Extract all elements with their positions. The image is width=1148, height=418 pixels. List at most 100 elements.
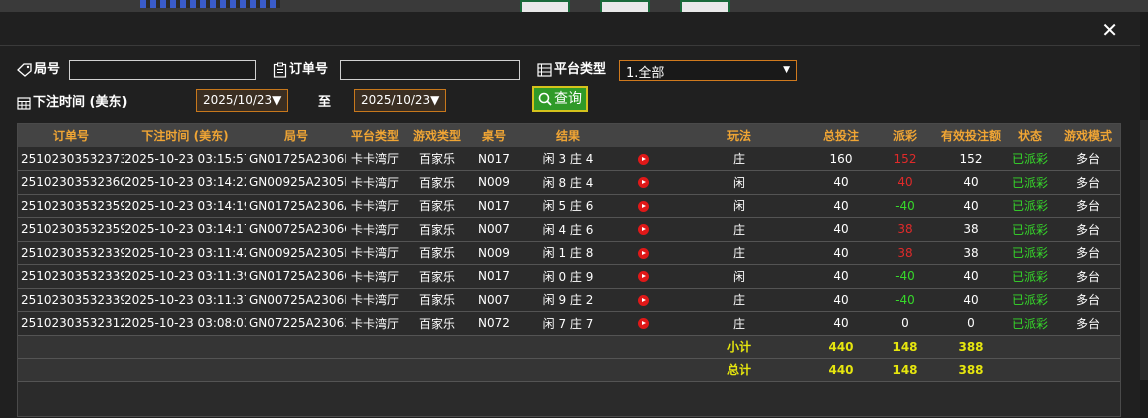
payout-cell: 40 <box>897 175 913 190</box>
result-cell: 闲 7 庄 7 <box>542 316 594 331</box>
round-input[interactable] <box>69 60 256 80</box>
column-header: 桌号 <box>481 129 506 143</box>
replay-video-icon[interactable] <box>637 200 649 212</box>
platform-select[interactable]: 1.全部 ▼ <box>619 60 797 81</box>
platform-selected-value: 1.全部 <box>626 66 665 81</box>
bet-time-cell: 2025-10-23 03:11:42 <box>124 245 246 260</box>
valid-bet-cell: 38 <box>963 245 979 260</box>
play-type-cell: 庄 <box>732 222 745 237</box>
header-divider <box>0 45 1140 46</box>
replay-cell <box>618 288 668 312</box>
calendar-icon <box>17 96 31 110</box>
replay-video-icon[interactable] <box>637 247 649 259</box>
game-mode-cell: 多台 <box>1075 293 1100 308</box>
column-header: 订单号 <box>52 129 89 143</box>
payout-cell: 0 <box>901 316 909 331</box>
game-mode-cell: 多台 <box>1075 316 1100 331</box>
column-header: 玩法 <box>726 129 751 143</box>
order-input[interactable] <box>340 60 520 80</box>
bet-time-cell: 2025-10-23 03:14:17 <box>124 222 246 237</box>
total-bet-cell: 40 <box>833 316 849 331</box>
subtotal-label: 小计 <box>726 340 751 354</box>
platform-label-text: 平台类型 <box>554 62 607 77</box>
dropdown-arrow-icon: ▼ <box>783 65 790 75</box>
result-cell: 闲 4 庄 6 <box>542 222 594 237</box>
game-type-cell: 百家乐 <box>418 222 455 237</box>
order-id-cell: 251023035323121 <box>21 316 124 331</box>
bet-time-cell: 2025-10-23 03:14:19 <box>124 198 246 213</box>
column-header: 游戏模式 <box>1063 129 1112 143</box>
result-cell: 闲 8 庄 4 <box>542 175 594 190</box>
replay-video-icon[interactable] <box>637 153 649 165</box>
order-id-cell: 251023035323399 <box>21 245 124 260</box>
replay-video-icon[interactable] <box>637 271 649 283</box>
game-mode-cell: 多台 <box>1075 152 1100 166</box>
result-cell: 闲 9 庄 2 <box>542 293 594 308</box>
replay-video-icon[interactable] <box>637 224 649 236</box>
column-header: 下注时间 (美东) <box>141 129 229 143</box>
order-label-text: 订单号 <box>289 62 329 77</box>
to-label: 至 <box>318 95 332 110</box>
bet-time-cell: 2025-10-23 03:15:57 <box>124 151 246 166</box>
round-id-cell: GN00725A2306Q <box>249 222 346 237</box>
status-cell: 已派彩 <box>1011 316 1048 331</box>
round-id-cell: GN00725A2306M <box>249 292 346 307</box>
date-from-picker[interactable]: 2025/10/23▼ <box>196 89 289 112</box>
replay-cell <box>618 171 668 195</box>
valid-bet-cell: 40 <box>963 269 979 284</box>
platform-cell: 卡卡湾厅 <box>350 316 399 331</box>
bet-history-table: 订单号 下注时间 (美东) 局号 平台类型 游戏类型 桌号 结果 玩法 总投注 … <box>17 123 1121 417</box>
column-header <box>618 124 668 147</box>
table-row: 2510230353237392025-10-23 03:15:57GN0172… <box>18 147 1120 171</box>
status-cell: 已派彩 <box>1011 199 1048 214</box>
valid-bet-cell: 152 <box>959 151 983 166</box>
replay-cell <box>618 147 668 171</box>
subtotal-payout: 148 <box>892 339 918 354</box>
replay-cell <box>618 265 668 289</box>
play-type-cell: 闲 <box>732 199 745 214</box>
result-cell: 闲 0 庄 9 <box>542 269 594 284</box>
play-type-cell: 闲 <box>732 269 745 284</box>
bet-time-label-text: 下注时间 (美东) <box>33 95 128 110</box>
search-icon <box>538 92 552 106</box>
play-type-cell: 闲 <box>732 175 745 190</box>
order-id-cell: 251023035323391 <box>21 292 124 307</box>
order-filter-label: 订单号 <box>273 58 328 78</box>
query-button[interactable]: 查询 <box>532 86 588 112</box>
platform-cell: 卡卡湾厅 <box>350 269 399 284</box>
bet-time-label: 下注时间 (美东) <box>17 91 127 110</box>
date-to-picker[interactable]: 2025/10/23▼ <box>354 89 447 112</box>
tag-icon <box>17 62 32 77</box>
replay-video-icon[interactable] <box>637 318 649 330</box>
replay-cell <box>618 218 668 242</box>
total-payout: 148 <box>892 362 918 377</box>
table-row: 2510230353235952025-10-23 03:14:17GN0072… <box>18 217 1120 242</box>
total-valid: 388 <box>958 362 984 377</box>
table-row: 2510230353233992025-10-23 03:11:42GN0092… <box>18 241 1120 265</box>
payout-cell: 38 <box>897 222 913 237</box>
column-header: 结果 <box>555 129 580 143</box>
valid-bet-cell: 40 <box>963 175 979 190</box>
total-bet-cell: 40 <box>833 292 849 307</box>
round-id-cell: GN01725A2306D <box>249 151 346 166</box>
close-icon[interactable]: ✕ <box>1101 20 1118 40</box>
play-type-cell: 庄 <box>732 246 745 261</box>
game-type-cell: 百家乐 <box>418 152 455 166</box>
platform-cell: 卡卡湾厅 <box>350 175 399 190</box>
replay-video-icon[interactable] <box>637 294 649 306</box>
game-mode-cell: 多台 <box>1075 222 1100 237</box>
order-id-cell: 251023035323739 <box>21 151 124 166</box>
total-bet-cell: 40 <box>833 175 849 190</box>
result-cell: 闲 3 庄 4 <box>542 152 594 166</box>
platform-cell: 卡卡湾厅 <box>350 246 399 261</box>
play-type-cell: 庄 <box>732 293 745 308</box>
game-mode-cell: 多台 <box>1075 269 1100 284</box>
platform-cell: 卡卡湾厅 <box>350 222 399 237</box>
replay-cell <box>618 312 668 336</box>
table-number-cell: N072 <box>478 316 510 331</box>
replay-cell <box>618 194 668 218</box>
replay-video-icon[interactable] <box>637 177 649 189</box>
status-cell: 已派彩 <box>1011 293 1048 308</box>
valid-bet-cell: 40 <box>963 292 979 307</box>
total-row: 总计 440 148 388 <box>18 358 1120 381</box>
